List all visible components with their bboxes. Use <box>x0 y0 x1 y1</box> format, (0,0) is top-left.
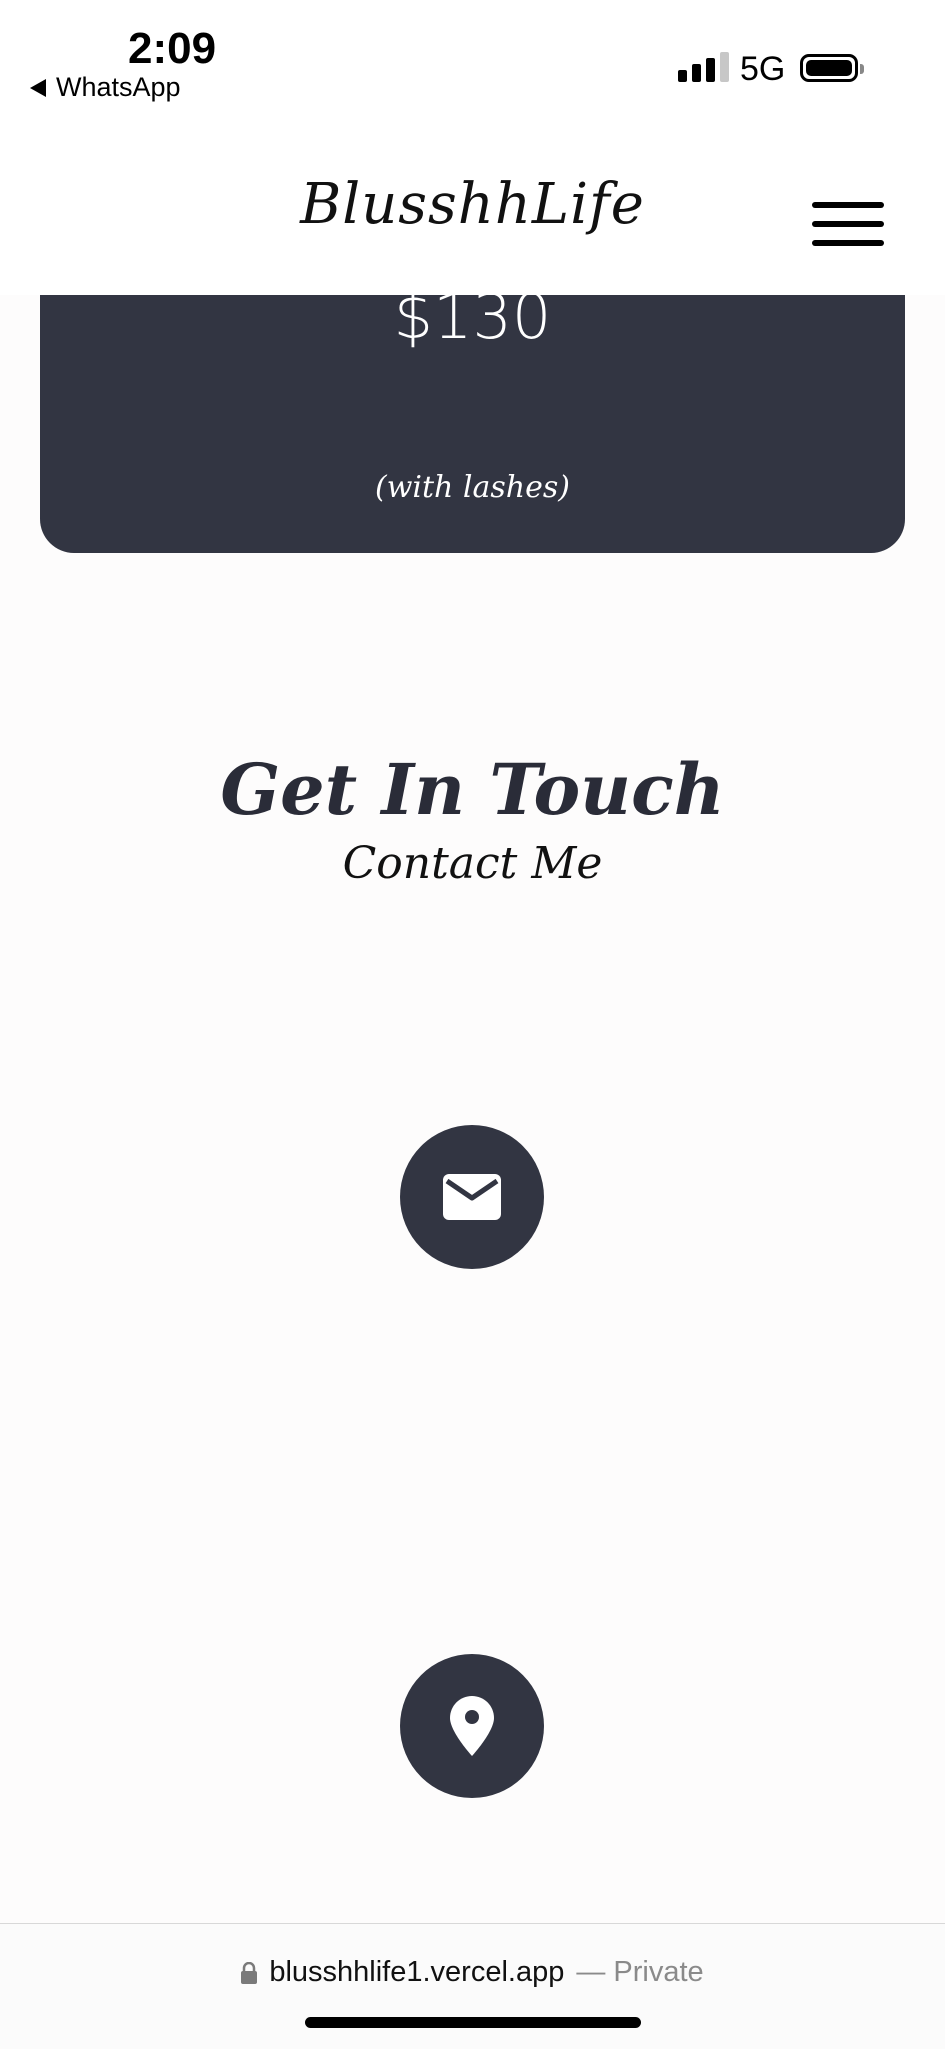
section-title: Get In Touch <box>220 748 725 831</box>
back-to-app-link[interactable]: WhatsApp <box>30 72 181 103</box>
network-type: 5G <box>740 50 786 88</box>
back-app-label: WhatsApp <box>56 72 181 102</box>
battery-icon <box>800 54 864 82</box>
home-indicator <box>305 2017 641 2028</box>
back-arrow-icon <box>30 78 46 97</box>
section-subtitle: Contact Me <box>342 838 603 889</box>
brand-logo[interactable]: BlusshhLife <box>0 172 945 237</box>
lock-icon <box>241 1961 258 1984</box>
price-note: (with lashes) <box>375 470 570 505</box>
hamburger-menu-icon[interactable] <box>812 202 884 246</box>
browser-url-bar[interactable]: blusshhlife1.vercel.app — Private <box>0 1923 945 2049</box>
map-pin-icon <box>450 1696 494 1756</box>
pricing-card: $130 (with lashes) <box>40 260 905 553</box>
location-button[interactable] <box>400 1654 544 1798</box>
site-header: BlusshhLife <box>0 120 945 295</box>
status-bar: 2:09 WhatsApp 5G <box>0 0 945 120</box>
cellular-signal-icon <box>678 52 729 82</box>
email-button[interactable] <box>400 1125 544 1269</box>
url-text[interactable]: blusshhlife1.vercel.app <box>269 1956 564 1989</box>
envelope-icon <box>443 1174 501 1220</box>
status-time: 2:09 <box>128 24 217 73</box>
privacy-label: — Private <box>576 1956 704 1988</box>
